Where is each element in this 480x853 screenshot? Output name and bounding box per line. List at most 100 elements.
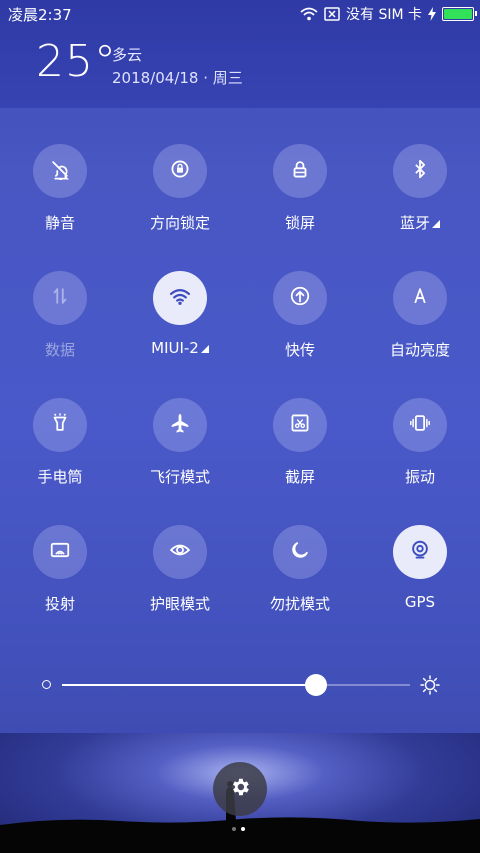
tile-label: 数据 (0, 339, 120, 360)
brightness-low-icon (42, 680, 51, 689)
tile-label-text: 护眼模式 (149, 595, 210, 613)
toggle-cast[interactable] (33, 525, 87, 579)
tile-label: 投射 (0, 593, 120, 614)
tile-label: 蓝牙 (360, 212, 480, 233)
mobile-data-icon (49, 285, 71, 311)
toggle-gps[interactable] (393, 525, 447, 579)
tile-lock[interactable]: 锁屏 (240, 144, 360, 254)
tile-label-text: 飞行模式 (149, 468, 210, 486)
lock-icon (289, 158, 311, 184)
eye-icon (169, 539, 191, 565)
toggle-moon[interactable] (273, 525, 327, 579)
tile-screenshot[interactable]: 截屏 (240, 398, 360, 508)
tile-airplane[interactable]: 飞行模式 (120, 398, 240, 508)
battery-icon (442, 7, 477, 21)
bluetooth-icon (409, 158, 431, 184)
toggle-screenshot[interactable] (273, 398, 327, 452)
tile-label-text: 振动 (404, 468, 435, 486)
tile-bell-off[interactable]: 静音 (0, 144, 120, 254)
tile-rotation-lock[interactable]: 方向锁定 (120, 144, 240, 254)
status-icons: 没有 SIM 卡 (300, 4, 477, 24)
expand-triangle-icon (432, 220, 440, 228)
screenshot-icon (289, 412, 311, 438)
tile-label: 手电筒 (0, 466, 120, 487)
weather-temperature: 25° (36, 36, 117, 87)
moon-icon (289, 539, 311, 565)
brightness-thumb[interactable] (305, 674, 328, 696)
auto-brightness-icon (409, 285, 431, 311)
tile-label: 自动亮度 (360, 339, 480, 360)
page-dot (232, 827, 236, 831)
battery-fill (444, 9, 472, 19)
page-dot (241, 827, 245, 831)
tile-label: 快传 (240, 339, 360, 360)
tile-gps[interactable]: GPS (360, 525, 480, 635)
bell-off-icon (49, 158, 71, 184)
tile-label-text: 锁屏 (284, 214, 315, 232)
tile-label-text: 数据 (44, 341, 75, 359)
tile-eye[interactable]: 护眼模式 (120, 525, 240, 635)
flashlight-icon (49, 412, 71, 438)
tile-mobile-data[interactable]: 数据 (0, 271, 120, 381)
tile-label: 静音 (0, 212, 120, 233)
tile-label: 锁屏 (240, 212, 360, 233)
tile-label-text: MIUI-2 (151, 339, 199, 357)
no-sim-icon (324, 7, 340, 21)
weather-condition: 多云 (112, 46, 143, 64)
tile-label-text: 静音 (44, 214, 75, 232)
quick-settings-panel: 静音 方向锁定 锁屏 蓝牙数据 MIUI-2 快传 自动亮度手电筒 飞行模式 截屏 振动投射 护眼模… (0, 108, 480, 733)
wifi-signal-icon (300, 7, 318, 21)
tile-label: 振动 (360, 466, 480, 487)
toggle-mobile-data[interactable] (33, 271, 87, 325)
tile-label: 飞行模式 (120, 466, 240, 487)
tile-cast[interactable]: 投射 (0, 525, 120, 635)
airplane-icon (169, 412, 191, 438)
tile-label-text: 勿扰模式 (269, 595, 330, 613)
tile-label-text: 方向锁定 (149, 214, 210, 232)
tile-quick-transfer[interactable]: 快传 (240, 271, 360, 381)
toggle-bell-off[interactable] (33, 144, 87, 198)
tile-vibrate[interactable]: 振动 (360, 398, 480, 508)
brightness-track[interactable] (62, 684, 410, 686)
tile-flashlight[interactable]: 手电筒 (0, 398, 120, 508)
page-indicator (232, 827, 245, 831)
brightness-high-icon (420, 675, 440, 699)
toggle-eye[interactable] (153, 525, 207, 579)
quick-transfer-icon (289, 285, 311, 311)
toggle-airplane[interactable] (153, 398, 207, 452)
toggle-rotation-lock[interactable] (153, 144, 207, 198)
toggle-lock[interactable] (273, 144, 327, 198)
toggle-flashlight[interactable] (33, 398, 87, 452)
gps-icon (409, 539, 431, 565)
tile-label-text: 投射 (44, 595, 75, 613)
brightness-fill (62, 684, 317, 686)
tile-bluetooth[interactable]: 蓝牙 (360, 144, 480, 254)
toggle-quick-transfer[interactable] (273, 271, 327, 325)
tile-label-text: 快传 (284, 341, 315, 359)
settings-button[interactable] (213, 762, 267, 816)
tile-wifi[interactable]: MIUI-2 (120, 271, 240, 381)
carrier-text: 没有 SIM 卡 (346, 7, 422, 23)
tile-label-text: 手电筒 (37, 468, 83, 486)
status-bar: 凌晨2:37 没有 SIM 卡 (0, 0, 480, 28)
tile-moon[interactable]: 勿扰模式 (240, 525, 360, 635)
brightness-slider[interactable] (0, 672, 480, 698)
tile-label-text: 蓝牙 (399, 214, 430, 232)
tile-label: 方向锁定 (120, 212, 240, 233)
tile-label: 截屏 (240, 466, 360, 487)
toggle-wifi[interactable] (153, 271, 207, 325)
tile-label: 护眼模式 (120, 593, 240, 614)
tile-auto-brightness[interactable]: 自动亮度 (360, 271, 480, 381)
tile-label: MIUI-2 (120, 339, 240, 357)
tile-label-text: 自动亮度 (389, 341, 450, 359)
wifi-icon (169, 285, 191, 311)
vibrate-icon (409, 412, 431, 438)
cast-icon (49, 539, 71, 565)
charging-icon (428, 7, 436, 21)
toggle-vibrate[interactable] (393, 398, 447, 452)
toggle-bluetooth[interactable] (393, 144, 447, 198)
weather-date: 2018/04/18 · 周三 (112, 69, 243, 87)
toggle-auto-brightness[interactable] (393, 271, 447, 325)
tile-label-text: 截屏 (284, 468, 315, 486)
expand-triangle-icon (200, 345, 209, 353)
